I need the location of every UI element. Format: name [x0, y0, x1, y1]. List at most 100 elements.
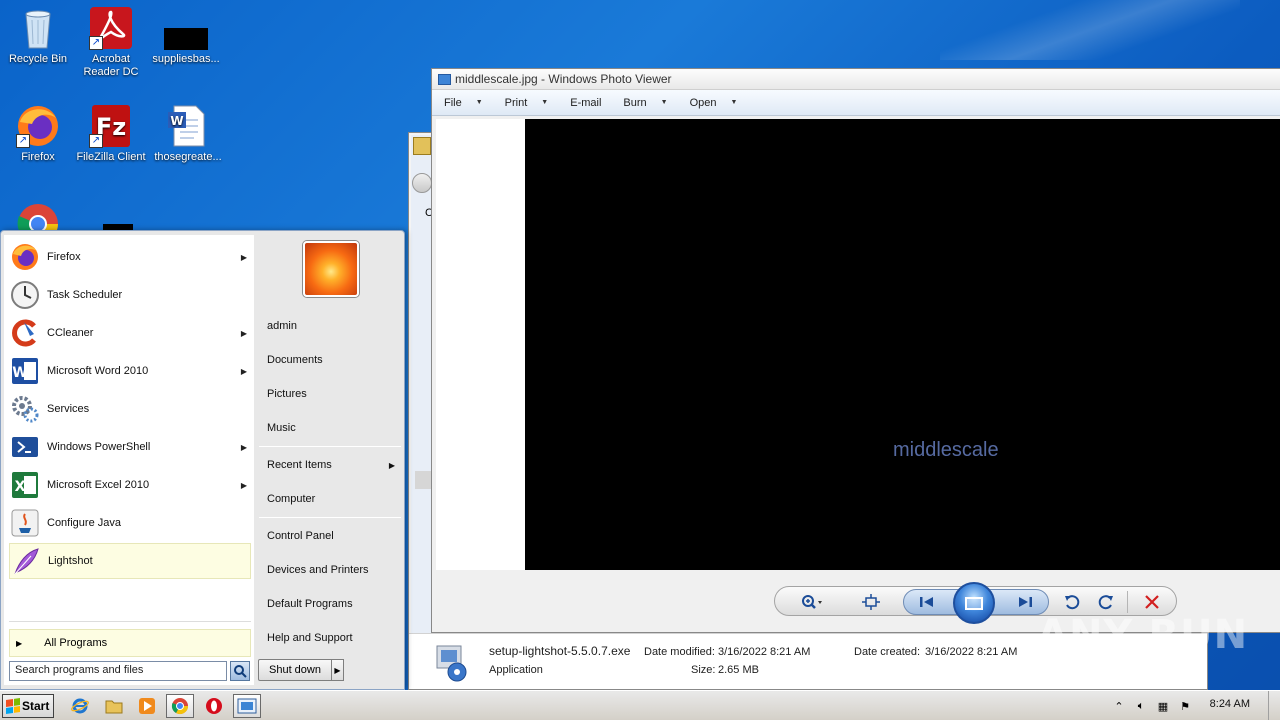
- chevron-right-icon: ▶: [240, 252, 247, 262]
- menu-file[interactable]: File ▼: [444, 97, 483, 109]
- chevron-right-icon: ▶: [240, 366, 247, 376]
- start-item-label: Microsoft Word 2010: [47, 365, 149, 377]
- menu-open-label: Open: [689, 96, 717, 109]
- all-programs-button[interactable]: ▶ All Programs: [9, 629, 251, 657]
- slideshow-button[interactable]: [953, 582, 995, 624]
- start-item-firefox[interactable]: Firefox ▶: [9, 239, 251, 275]
- firefox-icon: [9, 241, 41, 273]
- show-hidden-icons-icon[interactable]: ⌃: [1111, 698, 1127, 714]
- system-tray: ⌃ 🔈︎ ▦ ⚑: [1105, 694, 1280, 718]
- clock[interactable]: 8:24 AM: [1210, 698, 1250, 710]
- chevron-down-icon: ▼: [730, 99, 738, 106]
- size-value: 2.65 MB: [718, 664, 759, 676]
- show-desktop-button[interactable]: [1268, 691, 1280, 720]
- start-item-lightshot[interactable]: Lightshot: [9, 543, 251, 579]
- lightshot-feather-icon: [10, 545, 42, 577]
- folder-icon: [413, 137, 431, 155]
- start-item-excel[interactable]: X Microsoft Excel 2010 ▶: [9, 467, 251, 503]
- divider: [1127, 591, 1128, 613]
- start-item-ccleaner[interactable]: CCleaner ▶: [9, 315, 251, 351]
- taskbar-opera[interactable]: [200, 694, 228, 718]
- desktop-icon-label: thosegreate...: [154, 151, 222, 163]
- previous-button[interactable]: [916, 591, 938, 613]
- start-item-word[interactable]: W Microsoft Word 2010 ▶: [9, 353, 251, 389]
- start-item-configure-java[interactable]: Configure Java: [9, 505, 251, 541]
- menu-burn[interactable]: Burn ▼: [623, 97, 667, 109]
- link-control-panel[interactable]: Control Panel: [259, 522, 401, 550]
- desktop-icon-supplies[interactable]: suppliesbas...: [148, 6, 224, 66]
- link-default-programs[interactable]: Default Programs: [259, 590, 401, 618]
- photo-viewer-window[interactable]: middlescale.jpg - Windows Photo Viewer F…: [431, 68, 1280, 633]
- link-computer[interactable]: Computer: [259, 485, 401, 513]
- next-button[interactable]: [1014, 591, 1036, 613]
- file-name: setup-lightshot-5.5.0.7.exe: [489, 644, 631, 658]
- shutdown-button[interactable]: Shut down: [258, 659, 332, 681]
- link-recent-items[interactable]: Recent Items ▶: [259, 451, 401, 479]
- link-help-support[interactable]: Help and Support: [259, 624, 401, 652]
- chevron-right-icon: ▶: [334, 665, 341, 675]
- link-label: Help and Support: [267, 632, 353, 644]
- link-devices-printers[interactable]: Devices and Printers: [259, 556, 401, 584]
- desktop-icon-word-doc[interactable]: W thosegreate...: [150, 104, 226, 164]
- delete-button[interactable]: [1141, 591, 1163, 613]
- shortcut-arrow-icon: ↗: [89, 36, 103, 50]
- menu-email[interactable]: E-mail: [570, 97, 601, 109]
- shutdown-options-button[interactable]: ▶: [331, 659, 344, 681]
- size-label: Size:: [691, 664, 716, 676]
- desktop-icon-acrobat[interactable]: ↗ Acrobat Reader DC: [73, 6, 149, 79]
- folder-icon: [105, 700, 123, 714]
- all-programs-label: All Programs: [44, 637, 108, 649]
- image-text: middlescale: [893, 439, 999, 461]
- link-user[interactable]: admin: [259, 312, 401, 340]
- search-icon: [234, 665, 247, 678]
- desktop-icon-recycle-bin[interactable]: Recycle Bin: [0, 6, 76, 66]
- scrollbar-thumb[interactable]: [415, 471, 431, 489]
- photo-viewer-canvas: middlescale: [436, 119, 1280, 570]
- start-item-powershell[interactable]: Windows PowerShell ▶: [9, 429, 251, 465]
- fit-to-window-icon[interactable]: [860, 591, 882, 613]
- taskbar-photo-viewer[interactable]: [233, 694, 261, 718]
- taskbar-media-player[interactable]: [133, 694, 161, 718]
- taskbar-ie[interactable]: [66, 694, 94, 718]
- menu-open[interactable]: Open ▼: [690, 97, 738, 109]
- start-item-services[interactable]: Services: [9, 391, 251, 427]
- photo-viewer-titlebar[interactable]: middlescale.jpg - Windows Photo Viewer: [432, 69, 1280, 90]
- desktop-icon-label: Recycle Bin: [8, 53, 68, 65]
- volume-icon[interactable]: 🔈︎: [1133, 698, 1149, 714]
- rotate-counterclockwise-button[interactable]: [1061, 591, 1083, 613]
- shutdown-label: Shut down: [269, 664, 321, 676]
- link-documents[interactable]: Documents: [259, 346, 401, 374]
- start-item-label: Microsoft Excel 2010: [47, 479, 150, 491]
- menu-print[interactable]: Print ▼: [505, 97, 549, 109]
- taskbar-explorer[interactable]: [100, 694, 128, 718]
- acrobat-icon: ↗: [89, 6, 133, 50]
- desktop-icon-label: suppliesbas...: [152, 53, 220, 65]
- menu-file-label: File: [444, 96, 462, 109]
- user-avatar[interactable]: [303, 241, 359, 297]
- rotate-clockwise-button[interactable]: [1095, 591, 1117, 613]
- network-icon[interactable]: ▦: [1155, 698, 1171, 714]
- desktop-icon-filezilla[interactable]: Fz ↗ FileZilla Client: [73, 104, 149, 164]
- chevron-right-icon: ▶: [16, 638, 23, 648]
- desktop-icon-firefox[interactable]: ↗ Firefox: [0, 104, 76, 164]
- taskbar-chrome[interactable]: [166, 694, 194, 718]
- photo-viewer-icon: [237, 698, 257, 714]
- word-doc-icon: W: [166, 104, 210, 148]
- opera-icon: [206, 698, 222, 714]
- start-button[interactable]: Start: [2, 694, 54, 718]
- search-button[interactable]: [230, 661, 250, 681]
- zoom-button[interactable]: [801, 591, 823, 613]
- start-menu: Firefox ▶ Task Scheduler CCleaner ▶ W Mi…: [0, 230, 405, 690]
- ccleaner-icon: [9, 317, 41, 349]
- back-button[interactable]: [412, 173, 432, 193]
- action-center-flag-icon[interactable]: ⚑: [1177, 698, 1193, 714]
- svg-text:W: W: [170, 114, 183, 128]
- link-pictures[interactable]: Pictures: [259, 380, 401, 408]
- photo-viewer-menubar: File ▼ Print ▼ E-mail Burn ▼ Open ▼: [432, 90, 1280, 116]
- chevron-down-icon: ▼: [475, 99, 483, 106]
- start-item-task-scheduler[interactable]: Task Scheduler: [9, 277, 251, 313]
- chevron-down-icon: ▼: [541, 99, 549, 106]
- file-type: Application: [489, 664, 543, 676]
- search-input[interactable]: Search programs and files: [9, 661, 227, 681]
- link-music[interactable]: Music: [259, 414, 401, 442]
